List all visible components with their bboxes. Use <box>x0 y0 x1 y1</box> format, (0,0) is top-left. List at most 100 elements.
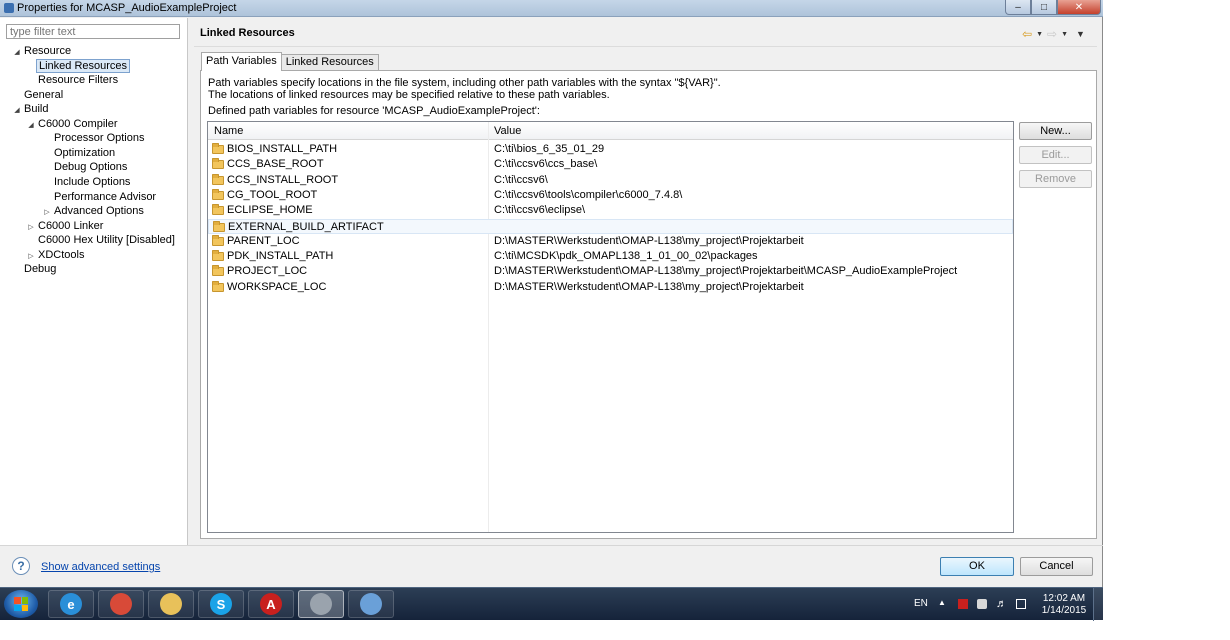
show-advanced-settings-link[interactable]: Show advanced settings <box>41 561 160 573</box>
file-explorer-icon <box>160 593 182 615</box>
folder-icon <box>212 204 224 216</box>
start-button[interactable] <box>4 590 38 618</box>
table-row[interactable]: CCS_INSTALL_ROOT C:\ti\ccsv6\ <box>208 173 1013 188</box>
tree-item[interactable]: ◢ Resource <box>12 44 73 58</box>
taskbar-app-button[interactable] <box>348 590 394 618</box>
folder-icon <box>212 250 224 262</box>
header-divider <box>194 46 1097 47</box>
tree-item-label: C6000 Linker <box>38 219 104 232</box>
taskbar-app-button[interactable]: S <box>198 590 244 618</box>
skype-icon: S <box>210 593 232 615</box>
page-title: Linked Resources <box>200 27 295 39</box>
variable-name: WORKSPACE_LOC <box>227 280 327 293</box>
tree-item[interactable]: Debug Options <box>42 160 129 174</box>
minimize-icon: – <box>1015 1 1021 13</box>
variable-value: C:\ti\ccsv6\eclipse\ <box>494 204 586 217</box>
folder-icon <box>212 265 224 277</box>
tree-item[interactable]: Optimization <box>42 146 117 160</box>
variable-name: ECLIPSE_HOME <box>227 204 313 217</box>
back-arrow-icon[interactable]: ⇦ <box>1022 27 1032 41</box>
tree-item[interactable]: ▷ Advanced Options <box>42 204 146 218</box>
tree-item[interactable]: ◢ Build <box>12 102 50 116</box>
table-row[interactable]: ECLIPSE_HOME C:\ti\ccsv6\eclipse\ <box>208 203 1013 218</box>
table-row[interactable]: PDK_INSTALL_PATH C:\ti\MCSDK\pdk_OMAPL138… <box>208 249 1013 264</box>
network-icon[interactable] <box>1016 599 1026 609</box>
properties-window: Properties for MCASP_AudioExampleProject… <box>0 0 1103 587</box>
column-header-value[interactable]: Value <box>494 125 521 137</box>
tree-item-label: Build <box>24 103 49 116</box>
tree-item[interactable]: ▷ XDCtools <box>26 248 86 262</box>
table-row[interactable]: BIOS_INSTALL_PATH C:\ti\bios_6_35_01_29 <box>208 142 1013 157</box>
maximize-button[interactable]: □ <box>1031 0 1057 15</box>
action-center-flag-icon[interactable] <box>958 599 968 609</box>
device-icon[interactable] <box>977 599 987 609</box>
taskbar-app-button[interactable]: e <box>48 590 94 618</box>
taskbar-app-button[interactable] <box>98 590 144 618</box>
clock-time: 12:02 AM <box>1042 593 1086 604</box>
folder-icon <box>212 280 224 292</box>
back-dropdown-icon[interactable]: ▼ <box>1036 31 1043 38</box>
remove-button[interactable]: Remove <box>1019 170 1092 188</box>
description-line-1: Path variables specify locations in the … <box>208 77 721 89</box>
close-icon: ✕ <box>1074 1 1084 13</box>
tree-item[interactable]: C6000 Hex Utility [Disabled] <box>26 233 177 247</box>
taskbar-app-button[interactable]: A <box>248 590 294 618</box>
tree-item[interactable]: Processor Options <box>42 131 146 145</box>
tab-path-variables[interactable]: Path Variables <box>201 52 282 71</box>
volume-icon[interactable]: ♬ <box>996 598 1007 610</box>
path-variables-panel: Path variables specify locations in the … <box>200 70 1097 539</box>
variable-value: D:\MASTER\Werkstudent\OMAP-L138\my_proje… <box>494 280 804 293</box>
language-indicator[interactable]: EN <box>914 598 928 609</box>
tree-item[interactable]: ▷ C6000 Linker <box>26 219 105 233</box>
tree-item[interactable]: ◢ C6000 Compiler <box>26 117 119 131</box>
tree-item[interactable]: Performance Advisor <box>42 190 158 204</box>
edit-button[interactable]: Edit... <box>1019 146 1092 164</box>
ok-button[interactable]: OK <box>940 557 1014 576</box>
table-row[interactable]: CG_TOOL_ROOT C:\ti\ccsv6\tools\compiler\c… <box>208 188 1013 203</box>
system-clock[interactable]: 12:02 AM 1/14/2015 <box>1035 593 1093 617</box>
forward-dropdown-icon[interactable]: ▼ <box>1061 31 1068 38</box>
table-row[interactable]: WORKSPACE_LOC D:\MASTER\Werkstudent\OMAP-… <box>208 280 1013 295</box>
tree-item[interactable]: General <box>12 88 65 102</box>
tree-item-label: C6000 Compiler <box>38 117 118 130</box>
windows-logo-icon <box>14 597 28 611</box>
taskbar-app-button[interactable] <box>148 590 194 618</box>
show-desktop-button[interactable] <box>1093 588 1103 621</box>
tree-item[interactable]: Include Options <box>42 175 132 189</box>
table-row[interactable]: EXTERNAL_BUILD_ARTIFACT <box>208 218 1013 234</box>
preference-tree-panel: ◢ResourceLinked ResourcesResource Filter… <box>0 18 188 545</box>
forward-arrow-icon[interactable]: ⇨ <box>1047 27 1057 41</box>
new-button[interactable]: New... <box>1019 122 1092 140</box>
taskbar-app-button[interactable] <box>298 590 344 618</box>
view-menu-icon[interactable]: ▼ <box>1076 29 1085 39</box>
folder-icon <box>212 234 224 246</box>
tree-expanded-icon[interactable]: ◢ <box>12 46 22 60</box>
folder-icon <box>212 188 224 200</box>
maximize-icon: □ <box>1040 1 1048 13</box>
table-row[interactable]: CCS_BASE_ROOT C:\ti\ccsv6\ccs_base\ <box>208 157 1013 172</box>
show-hidden-icons-icon[interactable]: ▲ <box>938 598 946 607</box>
defined-variables-label: Defined path variables for resource 'MCA… <box>208 105 540 117</box>
table-row[interactable]: PARENT_LOC D:\MASTER\Werkstudent\OMAP-L13… <box>208 234 1013 249</box>
tree-expanded-icon[interactable]: ◢ <box>12 104 22 118</box>
help-icon[interactable]: ? <box>12 557 30 575</box>
column-header-name[interactable]: Name <box>214 125 243 137</box>
tree-expanded-icon[interactable]: ◢ <box>26 119 36 133</box>
tab-linked-resources[interactable]: Linked Resources <box>280 54 379 70</box>
table-header: Name Value <box>208 122 1013 140</box>
acrobat-icon: A <box>260 593 282 615</box>
variable-name: CCS_BASE_ROOT <box>227 158 324 171</box>
window-title: Properties for MCASP_AudioExampleProject <box>17 2 237 14</box>
tree-item[interactable]: Debug <box>12 262 58 276</box>
title-bar[interactable]: Properties for MCASP_AudioExampleProject… <box>0 0 1103 17</box>
close-button[interactable]: ✕ <box>1057 0 1101 15</box>
minimize-button[interactable]: – <box>1005 0 1031 15</box>
variable-value: C:\ti\MCSDK\pdk_OMAPL138_1_01_00_02\pack… <box>494 250 758 263</box>
variable-value: C:\ti\ccsv6\ <box>494 173 548 186</box>
cancel-button[interactable]: Cancel <box>1020 557 1093 576</box>
path-variables-table[interactable]: Name Value BIOS_INSTALL_PATH C:\ti\bios_6… <box>207 121 1014 533</box>
table-row[interactable]: PROJECT_LOC D:\MASTER\Werkstudent\OMAP-L1… <box>208 264 1013 279</box>
tree-item[interactable]: Linked Resources <box>26 58 131 73</box>
tree-item[interactable]: Resource Filters <box>26 73 120 87</box>
filter-input[interactable] <box>6 24 180 39</box>
